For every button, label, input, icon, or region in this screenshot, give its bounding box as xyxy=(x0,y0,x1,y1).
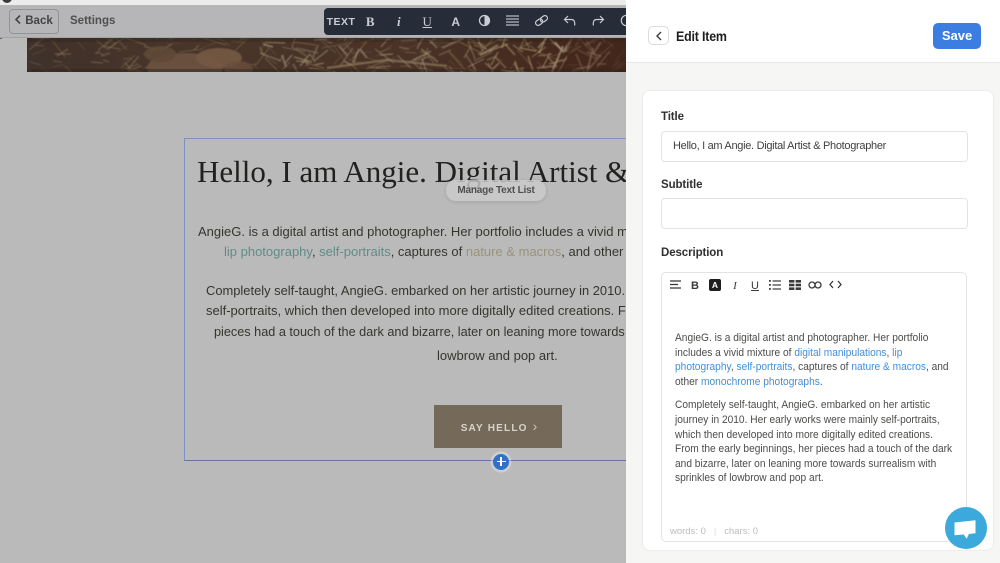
svg-text:A: A xyxy=(712,280,718,290)
